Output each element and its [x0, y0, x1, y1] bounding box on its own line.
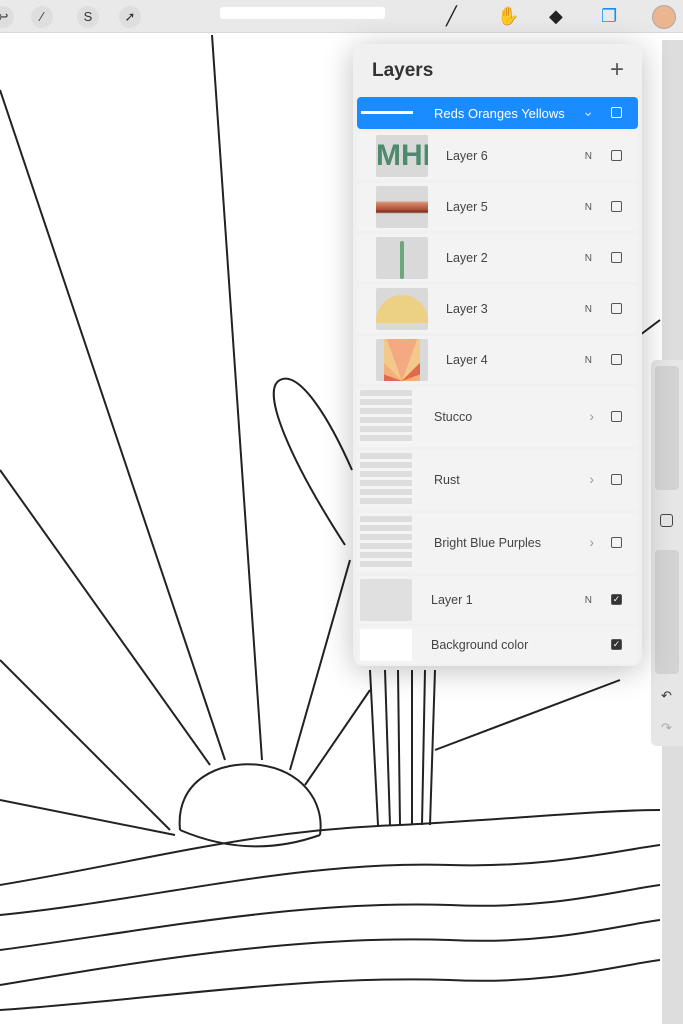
visibility-checkbox[interactable]	[611, 537, 622, 548]
layer-row[interactable]: Layer 4 N	[357, 336, 638, 384]
visibility-checkbox[interactable]	[611, 354, 622, 365]
top-toolbar: ↩ ⁄ S ➚ ╱ ✋ ◆ ❐	[0, 0, 683, 33]
group-thumbnail	[360, 516, 412, 570]
visibility-checkbox[interactable]	[611, 201, 622, 212]
visibility-checkbox[interactable]	[611, 474, 622, 485]
group-reds-oranges-yellows[interactable]: Reds Oranges Yellows ⌄	[357, 97, 638, 129]
background-color-row[interactable]: Background color ✓	[357, 626, 638, 664]
group-rust[interactable]: Rust ›	[357, 450, 638, 510]
layers-panel: Layers + Reds Oranges Yellows ⌄ MHF Laye…	[353, 44, 642, 666]
redo-icon[interactable]: ↷	[661, 720, 672, 736]
group-name: Reds Oranges Yellows	[434, 106, 565, 121]
chevron-down-icon[interactable]: ⌄	[582, 103, 594, 120]
blend-mode[interactable]: N	[585, 253, 592, 264]
layer-thumbnail	[376, 339, 428, 381]
layer-name: Layer 6	[446, 149, 488, 163]
brush-size-slider-side[interactable]	[655, 366, 679, 490]
modify-button[interactable]	[660, 514, 673, 527]
brush-icon[interactable]: ╱	[446, 6, 457, 27]
visibility-checkbox[interactable]	[611, 303, 622, 314]
group-name: Rust	[434, 473, 460, 487]
chevron-right-icon[interactable]: ›	[589, 408, 594, 424]
layer-thumbnail: MHF	[376, 135, 428, 177]
visibility-checkbox[interactable]	[611, 150, 622, 161]
layer-thumbnail	[376, 288, 428, 330]
chevron-right-icon[interactable]: ›	[589, 534, 594, 550]
transform-icon[interactable]: ➚	[119, 6, 141, 28]
layer-row[interactable]: Layer 1 N ✓	[357, 576, 638, 624]
layer-row[interactable]: MHF Layer 6 N	[357, 132, 638, 180]
group-thumbnail	[360, 453, 412, 507]
brush-size-slider[interactable]	[220, 7, 385, 19]
group-name: Stucco	[434, 410, 473, 424]
color-swatch[interactable]	[652, 5, 676, 29]
group-stucco[interactable]: Stucco ›	[357, 387, 638, 447]
layer-row[interactable]: Layer 2 N	[357, 234, 638, 282]
group-thumbnail	[360, 390, 412, 444]
blend-mode[interactable]: N	[585, 202, 592, 213]
visibility-checkbox[interactable]	[611, 252, 622, 263]
adjust-icon[interactable]: ↩	[0, 6, 14, 28]
layers-icon[interactable]: ❐	[601, 6, 617, 27]
add-layer-button[interactable]: +	[610, 56, 624, 84]
blend-mode[interactable]: N	[585, 355, 592, 366]
layer-row[interactable]: Layer 3 N	[357, 285, 638, 333]
layer-name: Layer 3	[446, 302, 488, 316]
selection-icon[interactable]: S	[77, 6, 99, 28]
visibility-checkbox[interactable]	[611, 107, 622, 118]
side-toolbar: ↶ ↷	[651, 360, 683, 746]
layer-name: Layer 1	[431, 593, 473, 607]
smudge-icon[interactable]: ✋	[497, 6, 519, 27]
undo-icon[interactable]: ↶	[661, 688, 672, 704]
layer-thumbnail	[376, 237, 428, 279]
background-thumbnail	[360, 629, 412, 661]
layer-name: Layer 2	[446, 251, 488, 265]
group-bright-blue-purples[interactable]: Bright Blue Purples ›	[357, 513, 638, 573]
magic-wand-icon[interactable]: ⁄	[31, 6, 53, 28]
eraser-icon[interactable]: ◆	[549, 6, 563, 27]
blend-mode[interactable]: N	[585, 595, 592, 606]
layer-name: Background color	[431, 638, 529, 652]
layer-name: Layer 5	[446, 200, 488, 214]
layer-row[interactable]: Layer 5 N	[357, 183, 638, 231]
blend-mode[interactable]: N	[585, 151, 592, 162]
group-line	[361, 111, 413, 114]
chevron-right-icon[interactable]: ›	[589, 471, 594, 487]
visibility-checkbox[interactable]	[611, 411, 622, 422]
visibility-checkbox[interactable]: ✓	[611, 594, 622, 605]
panel-title: Layers	[372, 60, 434, 81]
layer-thumbnail	[376, 186, 428, 228]
group-name: Bright Blue Purples	[434, 536, 542, 550]
opacity-slider[interactable]	[655, 550, 679, 674]
blend-mode[interactable]: N	[585, 304, 592, 315]
layer-name: Layer 4	[446, 353, 488, 367]
layer-thumbnail	[360, 579, 412, 621]
visibility-checkbox[interactable]: ✓	[611, 639, 622, 650]
